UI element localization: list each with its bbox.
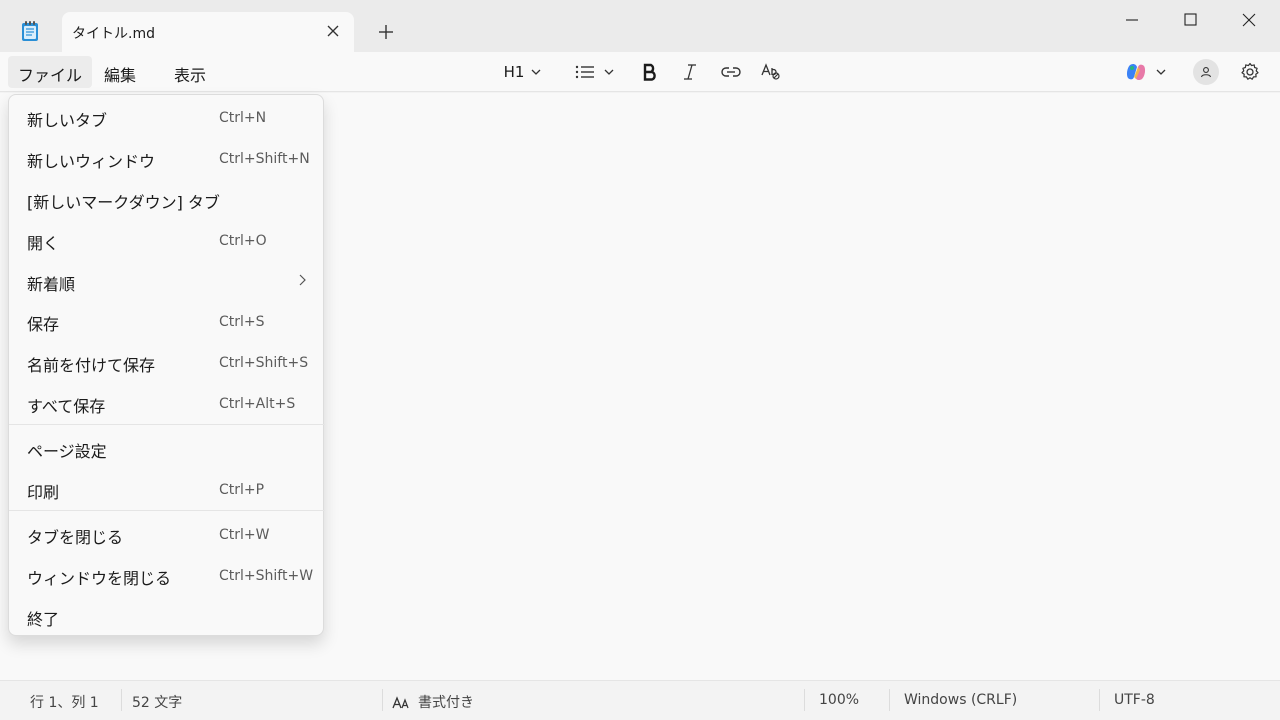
account-icon <box>1200 67 1212 78</box>
menu-edit[interactable]: 編集 <box>94 56 146 88</box>
menu-item-label: 名前を付けて保存 <box>27 356 156 375</box>
title-bar: タイトル.md <box>0 0 1280 52</box>
list-dropdown[interactable] <box>568 58 622 86</box>
menu-item-save-all[interactable]: すべて保存 Ctrl+Alt+S <box>13 385 319 421</box>
format-toggle[interactable]: 書式付き <box>392 692 474 712</box>
character-count: 52 文字 <box>132 695 183 711</box>
spellcheck-button[interactable] <box>756 58 786 86</box>
status-divider <box>889 689 890 711</box>
menu-separator <box>9 424 325 425</box>
close-window-icon[interactable] <box>1229 8 1269 32</box>
format-label: 書式付き <box>418 695 474 711</box>
status-divider <box>121 689 122 711</box>
menu-item-recent[interactable]: 新着順 <box>13 263 319 299</box>
heading-dropdown[interactable]: H1 <box>496 58 550 86</box>
italic-button[interactable] <box>676 58 704 86</box>
menu-bar: ファイル 編集 表示 H1 <box>0 52 1280 92</box>
copilot-icon <box>1126 63 1146 81</box>
menu-view[interactable]: 表示 <box>164 56 216 88</box>
text-format-icon <box>392 696 409 709</box>
tab-title: タイトル.md <box>72 26 155 42</box>
zoom-level[interactable]: 100% <box>819 692 859 708</box>
menu-item-close-tab[interactable]: タブを閉じる Ctrl+W <box>13 516 319 552</box>
menu-item-open[interactable]: 開く Ctrl+O <box>13 222 319 258</box>
menu-item-label: 保存 <box>27 315 60 334</box>
list-icon <box>575 65 594 79</box>
menu-item-label: 新しいタブ <box>27 111 108 130</box>
italic-icon <box>684 64 696 80</box>
menu-item-shortcut: Ctrl+P <box>219 482 265 498</box>
close-tab-icon[interactable] <box>324 22 342 40</box>
new-tab-plus-icon[interactable] <box>376 22 396 42</box>
status-bar: 行 1、列 1 52 文字 書式付き 100% Windows (CRLF) U… <box>0 680 1280 720</box>
menu-item-close-window[interactable]: ウィンドウを閉じる Ctrl+Shift+W <box>13 557 319 593</box>
menu-item-label: 新しいウィンドウ <box>27 152 156 171</box>
menu-item-shortcut: Ctrl+Shift+N <box>219 151 310 167</box>
chevron-down-icon <box>1156 69 1166 75</box>
link-icon <box>721 67 741 77</box>
maximize-icon[interactable] <box>1170 8 1210 32</box>
menu-item-save-as[interactable]: 名前を付けて保存 Ctrl+Shift+S <box>13 344 319 380</box>
encoding[interactable]: UTF-8 <box>1114 692 1155 708</box>
menu-item-shortcut: Ctrl+Shift+S <box>219 355 309 371</box>
menu-item-page-setup[interactable]: ページ設定 <box>13 430 319 466</box>
menu-item-label: 印刷 <box>27 483 60 502</box>
status-divider <box>804 689 805 711</box>
menu-item-new-window[interactable]: 新しいウィンドウ Ctrl+Shift+N <box>13 140 319 176</box>
bold-icon <box>643 63 656 81</box>
settings-button[interactable] <box>1236 58 1264 86</box>
menu-item-label: すべて保存 <box>27 397 106 416</box>
menu-separator <box>9 510 325 511</box>
menu-item-new-markdown-tab[interactable]: [新しいマークダウン] タブ <box>13 181 319 217</box>
menu-item-label: タブを閉じる <box>27 528 124 547</box>
bold-button[interactable] <box>636 58 664 86</box>
notepad-app-icon <box>22 21 38 41</box>
spellcheck-icon <box>761 63 780 80</box>
menu-item-label: ページ設定 <box>27 442 107 461</box>
menu-item-shortcut: Ctrl+W <box>219 527 270 543</box>
menu-item-shortcut: Ctrl+Alt+S <box>219 396 296 412</box>
chevron-right-icon <box>299 274 306 286</box>
menu-item-shortcut: Ctrl+O <box>219 233 267 249</box>
menu-item-save[interactable]: 保存 Ctrl+S <box>13 303 319 339</box>
menu-item-label: [新しいマークダウン] タブ <box>27 193 220 212</box>
minimize-icon[interactable] <box>1112 8 1152 32</box>
chevron-down-icon <box>604 69 614 75</box>
menu-item-shortcut: Ctrl+S <box>219 314 265 330</box>
menu-item-shortcut: Ctrl+Shift+W <box>219 568 314 584</box>
menu-item-shortcut: Ctrl+N <box>219 110 267 126</box>
menu-item-label: ウィンドウを閉じる <box>27 569 172 588</box>
heading-label: H1 <box>503 63 525 81</box>
account-button[interactable] <box>1192 58 1220 86</box>
menu-item-label: 開く <box>27 234 60 253</box>
link-button[interactable] <box>716 58 746 86</box>
cursor-position: 行 1、列 1 <box>30 695 99 711</box>
copilot-button[interactable] <box>1118 58 1174 86</box>
status-divider <box>1099 689 1100 711</box>
line-ending[interactable]: Windows (CRLF) <box>904 692 1017 708</box>
menu-item-label: 新着順 <box>27 275 76 294</box>
status-divider <box>382 689 383 711</box>
tab-document[interactable]: タイトル.md <box>62 12 354 52</box>
settings-icon <box>1241 62 1259 80</box>
menu-item-exit[interactable]: 終了 <box>13 598 319 634</box>
menu-item-label: 終了 <box>27 610 60 629</box>
menu-item-new-tab[interactable]: 新しいタブ Ctrl+N <box>13 99 319 135</box>
chevron-down-icon <box>531 69 541 75</box>
file-menu-dropdown: 新しいタブ Ctrl+N 新しいウィンドウ Ctrl+Shift+N [新しいマ… <box>8 94 325 636</box>
menu-item-print[interactable]: 印刷 Ctrl+P <box>13 471 319 507</box>
account-avatar <box>1193 59 1219 85</box>
menu-file[interactable]: ファイル <box>8 56 93 88</box>
